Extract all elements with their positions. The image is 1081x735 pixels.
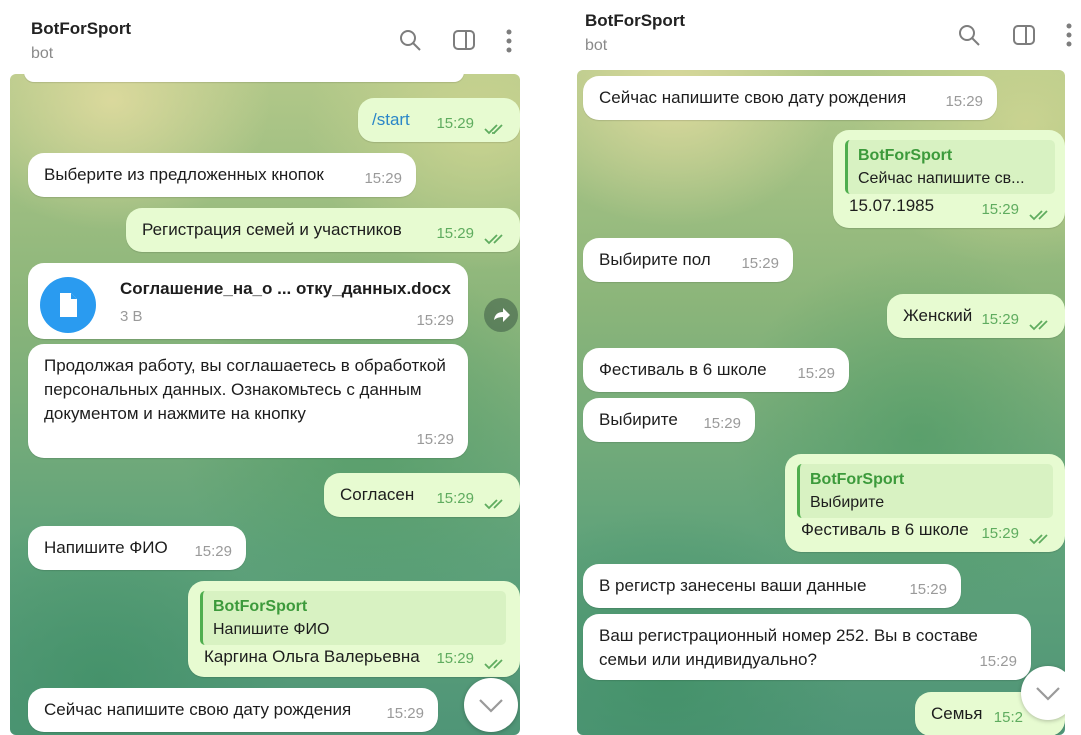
forward-button[interactable] xyxy=(484,298,518,332)
message-text: Согласен xyxy=(340,485,415,504)
quote-author: BotForSport xyxy=(810,471,905,488)
message-time: 15:29 xyxy=(945,93,983,110)
message-text: Фестиваль в 6 школе xyxy=(801,520,969,539)
message-time: 15:29 xyxy=(364,170,402,187)
message-bubble-in[interactable]: Выберите из предложенных кнопок 15:29 xyxy=(28,153,416,197)
message-time: 15:29 xyxy=(416,312,454,329)
double-check-icon xyxy=(1029,320,1048,331)
message-text: В регистр занесены ваши данные xyxy=(599,576,867,595)
document-filename[interactable]: Соглашение_на_о ... отку_данных.docx xyxy=(120,277,451,301)
message-time: 15:29 xyxy=(741,255,779,272)
double-check-icon xyxy=(1029,210,1048,221)
message-text: Ваш регистрационный номер 252. Вы в сост… xyxy=(599,626,978,669)
message-time: 15:29 xyxy=(703,415,741,432)
message-bubble-clipped xyxy=(24,74,464,82)
message-time: 15:29 xyxy=(981,525,1019,542)
message-time: 15:29 xyxy=(436,650,474,667)
reply-message-out[interactable]: BotForSport Сейчас напишите св... 15.07.… xyxy=(833,130,1065,228)
search-icon[interactable] xyxy=(398,28,422,52)
message-time: 15:29 xyxy=(436,115,474,132)
more-vertical-icon[interactable] xyxy=(503,28,515,54)
message-text: Напишите ФИО xyxy=(44,538,168,557)
message-bubble-out[interactable]: Согласен 15:29 xyxy=(324,473,520,517)
message-text: Выбирите пол xyxy=(599,250,711,269)
chat-title[interactable]: BotForSport xyxy=(31,19,131,39)
message-bubble-in[interactable]: Сейчас напишите свою дату рождения 15:29 xyxy=(28,688,438,732)
message-time: 15:2 xyxy=(993,709,1023,726)
chat-header: BotForSport bot xyxy=(0,0,530,74)
sidebar-toggle-icon[interactable] xyxy=(1012,23,1036,47)
double-check-icon xyxy=(1029,534,1048,545)
scroll-down-button[interactable] xyxy=(464,678,518,732)
message-time: 15:29 xyxy=(909,581,947,598)
message-time: 15:29 xyxy=(436,225,474,242)
message-text: Сейчас напишите свою дату рождения xyxy=(44,700,352,719)
reply-quote[interactable]: BotForSport Напишите ФИО xyxy=(200,591,506,645)
message-time: 15:29 xyxy=(194,543,232,560)
reply-message-out[interactable]: BotForSport Напишите ФИО Каргина Ольга В… xyxy=(188,581,520,677)
search-icon[interactable] xyxy=(957,23,981,47)
quote-text: Сейчас напишите св... xyxy=(858,170,1025,187)
message-bubble-in[interactable]: Сейчас напишите свою дату рождения 15:29 xyxy=(583,76,997,120)
message-text: Выбирите xyxy=(599,410,678,429)
message-time: 15:29 xyxy=(797,365,835,382)
message-text: Каргина Ольга Валерьевна xyxy=(204,647,420,666)
message-text: Выберите из предложенных кнопок xyxy=(44,165,324,184)
more-vertical-icon[interactable] xyxy=(1063,22,1075,48)
double-check-icon xyxy=(484,659,503,670)
message-text: Продолжая работу, вы соглашаетесь в обра… xyxy=(44,356,446,423)
quote-author: BotForSport xyxy=(858,147,953,164)
message-text: Фестиваль в 6 школе xyxy=(599,360,767,379)
message-bubble-out[interactable]: Регистрация семей и участников 15:29 xyxy=(126,208,520,252)
scroll-down-button[interactable] xyxy=(1021,666,1065,720)
reply-quote[interactable]: BotForSport Выбирите xyxy=(797,464,1053,518)
document-size: 3 B xyxy=(120,308,143,325)
double-check-icon xyxy=(484,124,503,135)
document-icon[interactable] xyxy=(40,277,96,333)
message-text: Женский xyxy=(903,306,973,325)
message-bubble-in[interactable]: Напишите ФИО 15:29 xyxy=(28,526,246,570)
chat-window-right: BotForSport bot Сейчас напишите свою дат… xyxy=(567,0,1081,735)
chevron-down-icon xyxy=(479,699,503,713)
message-text: Сейчас напишите свою дату рождения xyxy=(599,88,907,107)
double-check-icon xyxy=(484,499,503,510)
message-bubble-in[interactable]: В регистр занесены ваши данные 15:29 xyxy=(583,564,961,608)
message-bubble-in[interactable]: Выбирите 15:29 xyxy=(583,398,755,442)
message-text: Регистрация семей и участников xyxy=(142,220,402,239)
message-time: 15:29 xyxy=(981,311,1019,328)
message-time: 15:29 xyxy=(386,705,424,722)
message-text[interactable]: /start xyxy=(372,108,410,132)
message-time: 15:29 xyxy=(416,431,454,448)
message-bubble-in[interactable]: Фестиваль в 6 школе 15:29 xyxy=(583,348,849,392)
chat-title[interactable]: BotForSport xyxy=(585,11,685,31)
quote-text: Выбирите xyxy=(810,494,885,511)
reply-message-out[interactable]: BotForSport Выбирите Фестиваль в 6 школе… xyxy=(785,454,1065,552)
message-time: 15:29 xyxy=(981,201,1019,218)
message-bubble-out[interactable]: Женский 15:29 xyxy=(887,294,1065,338)
message-bubble-in[interactable]: Выбирите пол 15:29 xyxy=(583,238,793,282)
reply-quote[interactable]: BotForSport Сейчас напишите св... xyxy=(845,140,1055,194)
chat-header: BotForSport bot xyxy=(567,0,1081,70)
double-check-icon xyxy=(484,234,503,245)
chat-window-left: BotForSport bot /start 15:29 Выберите из… xyxy=(0,0,530,735)
message-bubble-in[interactable]: Ваш регистрационный номер 252. Вы в сост… xyxy=(583,614,1031,680)
message-list[interactable]: Сейчас напишите свою дату рождения 15:29… xyxy=(577,70,1065,735)
forward-icon xyxy=(494,308,510,322)
message-text: 15.07.1985 xyxy=(849,196,935,215)
message-text: Семья xyxy=(931,704,983,723)
message-bubble-out[interactable]: /start 15:29 xyxy=(358,98,520,142)
sidebar-toggle-icon[interactable] xyxy=(452,28,476,52)
chevron-down-icon xyxy=(1036,687,1060,701)
message-bubble-in[interactable]: Продолжая работу, вы соглашаетесь в обра… xyxy=(28,344,468,458)
message-time: 15:29 xyxy=(979,653,1017,670)
message-list[interactable]: /start 15:29 Выберите из предложенных кн… xyxy=(10,74,520,735)
message-time: 15:29 xyxy=(436,490,474,507)
quote-author: BotForSport xyxy=(213,598,308,615)
chat-subtitle: bot xyxy=(31,45,54,62)
chat-subtitle: bot xyxy=(585,37,608,54)
document-message[interactable]: Соглашение_на_о ... отку_данных.docx 3 B… xyxy=(28,263,468,339)
quote-text: Напишите ФИО xyxy=(213,621,330,638)
